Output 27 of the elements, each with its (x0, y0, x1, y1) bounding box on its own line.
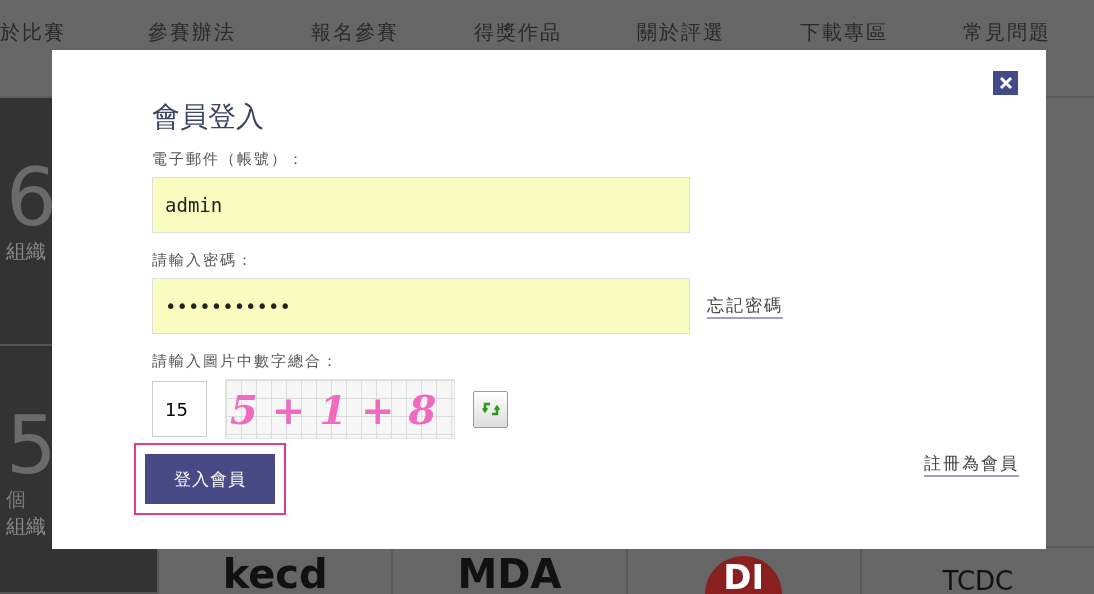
captcha-field[interactable]: 15 (152, 381, 207, 437)
nav-item[interactable]: 關於評選 (599, 20, 762, 44)
field-label: 請輸入密碼： (152, 251, 255, 270)
nav-item[interactable]: 得獎作品 (436, 20, 599, 44)
close-icon[interactable] (993, 71, 1018, 95)
nav-item[interactable]: 參賽辦法 (110, 20, 273, 44)
nav-item[interactable]: 下載專區 (762, 20, 925, 44)
partner-logo: MDA (457, 554, 562, 594)
login-button[interactable]: 登入會員 (145, 454, 275, 504)
email-field[interactable]: admin (152, 177, 690, 233)
captcha-image: 5 + 1 + 8 (225, 379, 455, 439)
nav-item[interactable]: 於比賽 (0, 20, 110, 44)
stat-label: 組織 (6, 238, 46, 265)
partner-logo: kecd (222, 554, 328, 594)
password-field[interactable]: ••••••••••• (152, 278, 690, 334)
partner-logo: DI (705, 556, 783, 594)
field-label: 電子郵件（帳號）： (152, 150, 306, 169)
stat-unit: 個 (6, 486, 26, 513)
forgot-password-link[interactable]: 忘記密碼 (707, 293, 783, 319)
refresh-icon[interactable] (473, 390, 508, 428)
stat-label: 組織 (6, 513, 46, 540)
partner-logo: TCDC (942, 568, 1014, 594)
nav-item[interactable]: 報名參賽 (273, 20, 436, 44)
nav-item[interactable]: 常見問題 (925, 20, 1088, 44)
dialog-title: 會員登入 (152, 99, 265, 135)
field-label: 請輸入圖片中數字總合： (152, 352, 340, 371)
register-link[interactable]: 註冊為會員 (924, 452, 1019, 477)
